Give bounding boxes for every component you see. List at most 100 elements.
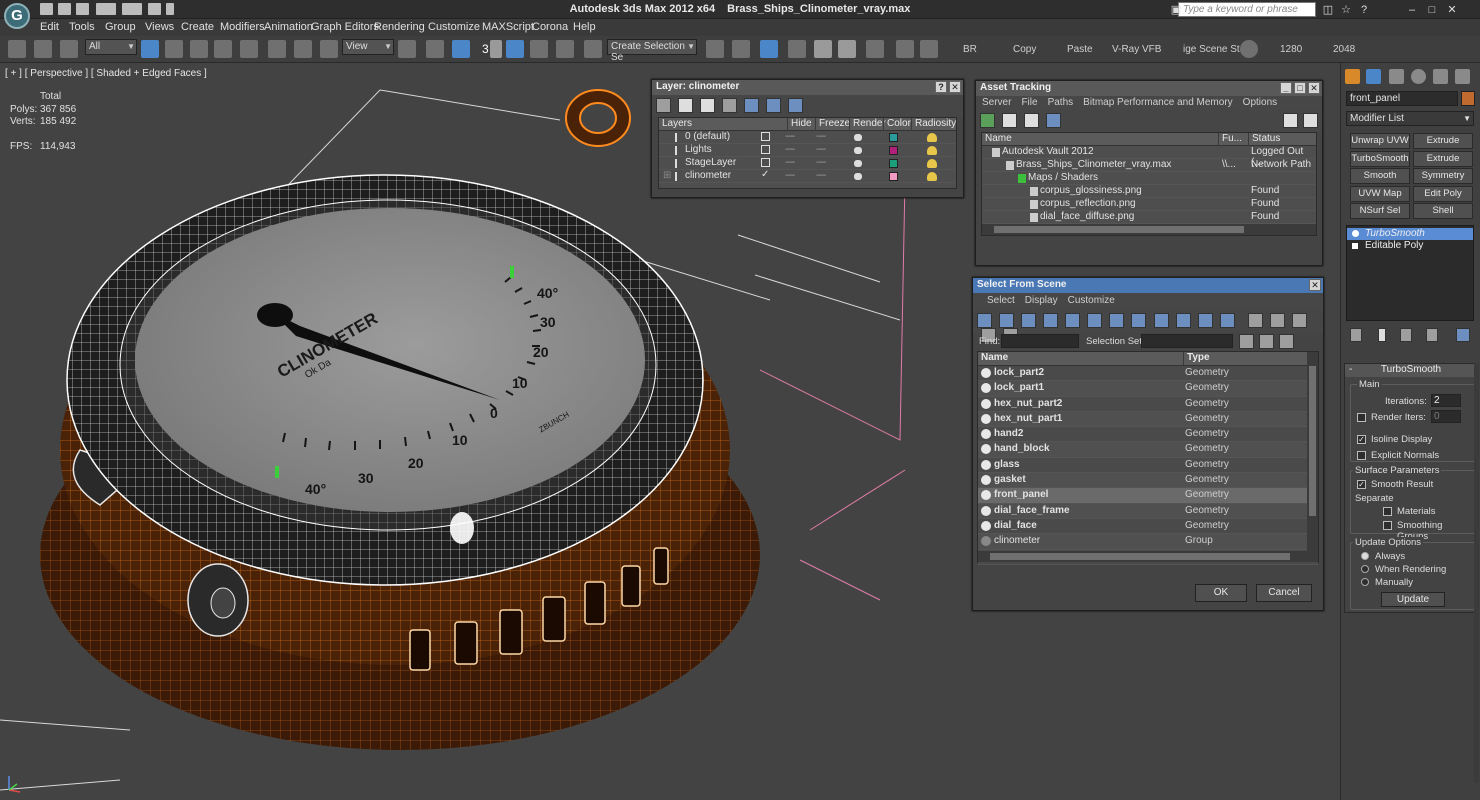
- skull-script-icon[interactable]: [1240, 40, 1258, 58]
- asset-col-name[interactable]: Name: [982, 133, 1218, 146]
- menu-group[interactable]: Group: [105, 21, 136, 33]
- display-cameras-icon[interactable]: [1043, 313, 1059, 328]
- unlink-icon[interactable]: [34, 40, 52, 58]
- layer-expand-icon[interactable]: ⊞: [663, 170, 671, 181]
- layer-color-swatch[interactable]: [889, 159, 898, 168]
- select-move-icon[interactable]: [240, 40, 258, 58]
- menu-corona[interactable]: Corona: [532, 21, 568, 33]
- select-col-name[interactable]: Name: [978, 352, 1183, 365]
- object-row[interactable]: gasket Geometry: [978, 473, 1318, 489]
- hierarchy-tab-icon[interactable]: [1389, 69, 1404, 84]
- asset-settings-icon[interactable]: [1303, 113, 1318, 128]
- snaps-toggle-icon[interactable]: [490, 40, 502, 58]
- menu-rendering[interactable]: Rendering: [374, 21, 425, 33]
- redo-icon[interactable]: [122, 3, 142, 15]
- modifier-button-smooth[interactable]: Smooth: [1350, 168, 1410, 184]
- menu-animation[interactable]: Animation: [264, 21, 313, 33]
- scale-icon[interactable]: [320, 40, 338, 58]
- lightbulb-icon[interactable]: [1352, 230, 1359, 237]
- layer-freeze-toggle[interactable]: ----: [816, 131, 826, 142]
- bind-spacewarp-icon[interactable]: [60, 40, 78, 58]
- app-logo-icon[interactable]: G: [4, 3, 30, 29]
- modifier-button-shell[interactable]: Shell: [1413, 203, 1473, 219]
- asset-row[interactable]: Autodesk Vault 2012 Logged Out (...: [982, 146, 1316, 168]
- asset-table-icon[interactable]: [1046, 113, 1062, 128]
- display-helpers-icon[interactable]: [1065, 313, 1081, 328]
- modifier-list-dropdown[interactable]: Modifier List: [1346, 111, 1474, 126]
- star-icon[interactable]: ◫: [1322, 4, 1334, 16]
- asset-row[interactable]: Brass_Ships_Clinometer_vray.max \\... Netw…: [982, 159, 1316, 172]
- percent-snap-icon[interactable]: [530, 40, 548, 58]
- separate-smoothing-groups-checkbox[interactable]: [1383, 521, 1392, 530]
- object-row[interactable]: front_panel Geometry: [978, 488, 1318, 504]
- utilities-tab-icon[interactable]: [1455, 69, 1470, 84]
- open-file-icon[interactable]: [58, 3, 71, 15]
- object-row[interactable]: clinometer Group: [978, 534, 1318, 550]
- asset-minimize-button[interactable]: _: [1280, 82, 1292, 94]
- layer-render-teapot-icon[interactable]: [854, 134, 862, 141]
- favorites-icon[interactable]: ☆: [1340, 4, 1352, 16]
- toolbar-label-br[interactable]: BR: [963, 44, 977, 55]
- layer-hide-toggle[interactable]: ----: [785, 170, 795, 181]
- make-unique-icon[interactable]: [1400, 328, 1412, 342]
- layer-select-objects-icon[interactable]: [722, 98, 738, 113]
- display-containers-icon[interactable]: [1175, 313, 1191, 328]
- quick-access-dropdown-icon[interactable]: [166, 3, 174, 15]
- move-icon[interactable]: [268, 40, 286, 58]
- display-frozen-icon[interactable]: [1197, 313, 1213, 328]
- search-input[interactable]: Type a keyword or phrase: [1178, 2, 1316, 17]
- modifier-button-unwrap-uvw[interactable]: Unwrap UVW: [1350, 133, 1410, 149]
- layer-radiosity-icon[interactable]: [927, 172, 937, 181]
- layer-col-hide[interactable]: Hide: [787, 118, 815, 131]
- select-col-type[interactable]: Type: [1183, 352, 1303, 365]
- render-iters-checkbox[interactable]: [1357, 413, 1366, 422]
- update-button[interactable]: Update: [1381, 592, 1445, 607]
- object-row[interactable]: hand2 Geometry: [978, 427, 1318, 443]
- save-file-icon[interactable]: [76, 3, 89, 15]
- display-groups-icon[interactable]: [1109, 313, 1125, 328]
- remove-modifier-icon[interactable]: [1426, 328, 1438, 342]
- asset-menu-bitmap-performance-and-memory[interactable]: Bitmap Performance and Memory: [1083, 97, 1233, 108]
- asset-maximize-button[interactable]: □: [1294, 82, 1306, 94]
- selection-filter-dropdown[interactable]: All: [85, 39, 137, 55]
- asset-close-button[interactable]: ✕: [1308, 82, 1320, 94]
- command-panel-scrollbar[interactable]: [1474, 363, 1479, 783]
- separate-materials-checkbox[interactable]: [1383, 507, 1392, 516]
- layer-row[interactable]: StageLayer ---- ----: [659, 157, 956, 170]
- align-icon[interactable]: [732, 40, 750, 58]
- layer-freeze-all-icon[interactable]: [788, 98, 804, 113]
- select-cancel-button[interactable]: Cancel: [1256, 584, 1312, 602]
- asset-hscrollbar[interactable]: [982, 224, 1316, 235]
- menu-create[interactable]: Create: [181, 21, 214, 33]
- layer-delete-icon[interactable]: [678, 98, 694, 113]
- select-influences-icon[interactable]: [1279, 334, 1294, 349]
- menu-views[interactable]: Views: [145, 21, 174, 33]
- select-menu-select[interactable]: Select: [987, 295, 1015, 306]
- graphite-tools-icon[interactable]: [788, 40, 806, 58]
- layer-radiosity-icon[interactable]: [927, 159, 937, 168]
- schematic-view-icon[interactable]: [838, 40, 856, 58]
- iterations-spinner[interactable]: 2: [1431, 394, 1461, 407]
- reference-coordinate-dropdown[interactable]: View: [342, 39, 394, 55]
- asset-thumbnail-icon[interactable]: [1024, 113, 1040, 128]
- modifier-button-symmetry[interactable]: Symmetry: [1413, 168, 1473, 184]
- motion-tab-icon[interactable]: [1411, 69, 1426, 84]
- select-vscrollbar[interactable]: [1307, 352, 1318, 551]
- layer-color-swatch[interactable]: [889, 146, 898, 155]
- object-row[interactable]: dial_face_frame Geometry: [978, 503, 1318, 519]
- asset-row[interactable]: Maps / Shaders: [982, 172, 1316, 185]
- layer-close-button[interactable]: ✕: [949, 81, 961, 93]
- layer-col-layers[interactable]: Layers: [659, 118, 787, 131]
- turbosmooth-rollout-header[interactable]: - TurboSmooth: [1345, 364, 1477, 377]
- keyboard-shortcut-icon[interactable]: [452, 40, 470, 58]
- mirror-icon[interactable]: [706, 40, 724, 58]
- object-row[interactable]: hex_nut_part1 Geometry: [978, 411, 1318, 428]
- modifier-button-extrude[interactable]: Extrude: [1413, 133, 1473, 149]
- named-selection-set-dropdown[interactable]: Create Selection Se: [607, 39, 697, 63]
- object-row[interactable]: lock_part1 Geometry: [978, 381, 1318, 397]
- layer-col-freeze[interactable]: Freeze: [815, 118, 850, 131]
- project-folder-icon[interactable]: [148, 3, 161, 15]
- render-teapot-icon[interactable]: [920, 40, 938, 58]
- layer-color-swatch[interactable]: [889, 133, 898, 142]
- layer-row[interactable]: ⊞ clinometer ✓ ---- ----: [659, 169, 956, 183]
